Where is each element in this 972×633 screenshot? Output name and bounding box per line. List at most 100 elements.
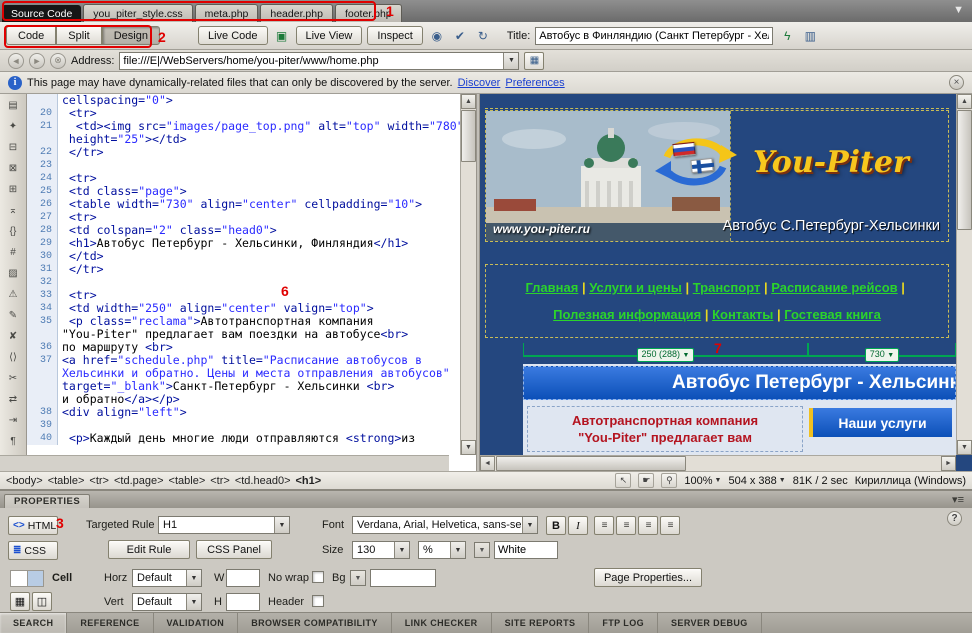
code-view-pane[interactable]: cellspacing="0">20 <tr>21 <td><img src="… [27, 94, 460, 455]
file-tab[interactable]: header.php [260, 4, 333, 22]
source-code-tab[interactable]: Source Code [2, 5, 81, 22]
text-color-swatch[interactable]: ▼ [474, 542, 490, 558]
inspect-button[interactable]: Inspect [367, 26, 422, 45]
design-view-pane[interactable]: www.you-piter.ru You-Piter Автобу [480, 94, 972, 471]
results-tab[interactable]: LINK CHECKER [392, 613, 492, 633]
discover-link[interactable]: Discover [458, 77, 501, 89]
page-heading[interactable]: Автобус Петербург - Хельсинки [523, 366, 956, 400]
refresh-design-view-icon[interactable]: ↻ [474, 27, 492, 45]
collapse-selection-icon[interactable]: ⊠ [4, 161, 22, 175]
select-tool-icon[interactable]: ↖ [615, 473, 631, 488]
site-header[interactable]: www.you-piter.ru You-Piter Автобу [485, 110, 949, 242]
scroll-down-icon[interactable]: ▼ [957, 440, 972, 455]
services-cell[interactable]: Наши услуги [809, 406, 952, 452]
preferences-link[interactable]: Preferences [505, 77, 564, 89]
tag-selector-item[interactable]: <td.head0> [235, 475, 291, 487]
code-text[interactable]: <div align="left"> [58, 406, 187, 419]
merge-cells-button[interactable]: ▦ [10, 592, 30, 611]
results-tab[interactable]: REFERENCE [67, 613, 153, 633]
code-scroll-thumb[interactable] [461, 110, 476, 162]
site-nav-link[interactable]: Расписание рейсов [771, 280, 897, 295]
apply-comment-icon[interactable]: ✎ [4, 308, 22, 322]
dropdown-arrow-icon[interactable]: ▼ [186, 594, 201, 610]
dropdown-arrow-icon[interactable]: ▼ [274, 517, 289, 533]
address-dropdown-icon[interactable]: ▼ [503, 53, 518, 69]
results-tab[interactable]: SERVER DEBUG [658, 613, 762, 633]
site-nav-link[interactable]: Главная [525, 280, 578, 295]
targeted-rule-select[interactable]: H1 ▼ [158, 516, 290, 534]
dropdown-arrow-icon[interactable]: ▼ [394, 542, 409, 558]
recent-snippets-icon[interactable]: ✂ [4, 371, 22, 385]
code-view-button[interactable]: Code [6, 26, 56, 45]
panel-menu-icon[interactable]: ▾≡ [948, 493, 968, 508]
forward-icon[interactable]: ► [29, 53, 45, 69]
horz-align-select[interactable]: Default ▼ [132, 569, 202, 587]
cell-width-input[interactable] [226, 569, 260, 587]
live-code-button[interactable]: Live Code [198, 26, 268, 45]
size-unit-select[interactable]: % ▼ [418, 541, 466, 559]
validate-markup-icon[interactable]: ✔ [451, 27, 469, 45]
dropdown-arrow-icon[interactable]: ▼ [522, 517, 537, 533]
reclama-cell[interactable]: Автотранспортная компания "You-Piter" пр… [527, 406, 803, 452]
dropdown-arrow-icon[interactable]: ▼ [450, 542, 465, 558]
help-icon[interactable]: ? [947, 511, 962, 526]
tag-selector-item[interactable]: <table> [169, 475, 206, 487]
page-top-strip[interactable] [485, 96, 949, 109]
tag-selector-item[interactable]: <tr> [89, 475, 109, 487]
live-view-options-grid-icon[interactable]: ▦ [524, 52, 544, 70]
split-view-button[interactable]: Split [56, 26, 101, 45]
scroll-left-icon[interactable]: ◄ [480, 456, 495, 471]
align-center-button[interactable]: ≡ [616, 516, 636, 535]
text-color-input[interactable] [494, 541, 558, 559]
scroll-right-icon[interactable]: ► [941, 456, 956, 471]
filter-related-files-icon[interactable]: ▼ [953, 4, 964, 16]
check-browser-compatibility-icon[interactable]: ▣ [273, 27, 291, 45]
html-mode-button[interactable]: <> HTML [8, 516, 58, 535]
code-text[interactable]: </tr> [58, 146, 104, 159]
move-convert-css-icon[interactable]: ⇄ [4, 392, 22, 406]
vert-align-select[interactable]: Default ▼ [132, 593, 202, 611]
properties-panel-tab[interactable]: PROPERTIES [4, 494, 90, 508]
code-text[interactable]: <p>Каждый день многие люди отправляются … [58, 432, 415, 445]
wrap-tag-icon[interactable]: ⟨⟩ [4, 350, 22, 364]
css-mode-button[interactable]: ≣ CSS [8, 541, 58, 560]
preview-in-browser-icon[interactable]: ◉ [428, 27, 446, 45]
line-numbers-icon[interactable]: # [4, 245, 22, 259]
live-view-button[interactable]: Live View [296, 26, 363, 45]
tag-selector-item[interactable]: <body> [6, 475, 43, 487]
code-line[interactable]: 40 <p>Каждый день многие люди отправляют… [27, 432, 460, 445]
zoom-level-select[interactable]: 100%▼ [684, 475, 721, 487]
remove-comment-icon[interactable]: ✘ [4, 329, 22, 343]
no-wrap-checkbox[interactable] [312, 571, 324, 583]
results-tab[interactable]: FTP LOG [589, 613, 658, 633]
results-tab[interactable]: VALIDATION [154, 613, 239, 633]
code-text[interactable]: <h1>Автобус Петербург - Хельсинки, Финля… [58, 237, 408, 250]
address-input[interactable] [120, 55, 503, 67]
align-justify-button[interactable]: ≡ [660, 516, 680, 535]
code-line[interactable]: 22 </tr> [27, 146, 460, 159]
file-tab[interactable]: you_piter_style.css [83, 4, 192, 22]
bold-button[interactable]: B [546, 516, 566, 535]
design-vertical-scrollbar[interactable]: ▲ ▼ [956, 94, 972, 455]
site-nav-link[interactable]: Полезная информация [553, 307, 701, 322]
show-code-navigator-icon[interactable]: ✦ [4, 119, 22, 133]
tag-selector-item[interactable]: <td.page> [114, 475, 164, 487]
site-nav-link[interactable]: Транспорт [693, 280, 761, 295]
window-size-select[interactable]: 504 x 388▼ [728, 475, 785, 487]
balance-braces-icon[interactable]: {} [4, 224, 22, 238]
code-line[interactable]: 31 </tr> [27, 263, 460, 276]
file-tab[interactable]: footer.php [335, 4, 402, 22]
document-title-input[interactable] [535, 27, 773, 45]
code-line[interactable]: 38<div align="left"> [27, 406, 460, 419]
design-view-button[interactable]: Design [102, 26, 160, 45]
tag-selector-item[interactable]: <table> [48, 475, 85, 487]
header-checkbox[interactable] [312, 595, 324, 607]
site-nav-link[interactable]: Гостевая книга [784, 307, 881, 322]
scroll-up-icon[interactable]: ▲ [957, 94, 972, 109]
edit-rule-button[interactable]: Edit Rule [108, 540, 190, 559]
design-hscroll-thumb[interactable] [496, 456, 686, 471]
site-nav-link[interactable]: Услуги и цены [589, 280, 682, 295]
stop-icon[interactable]: ⊗ [50, 53, 66, 69]
site-nav-link[interactable]: Контакты [712, 307, 773, 322]
dropdown-arrow-icon[interactable]: ▼ [186, 570, 201, 586]
